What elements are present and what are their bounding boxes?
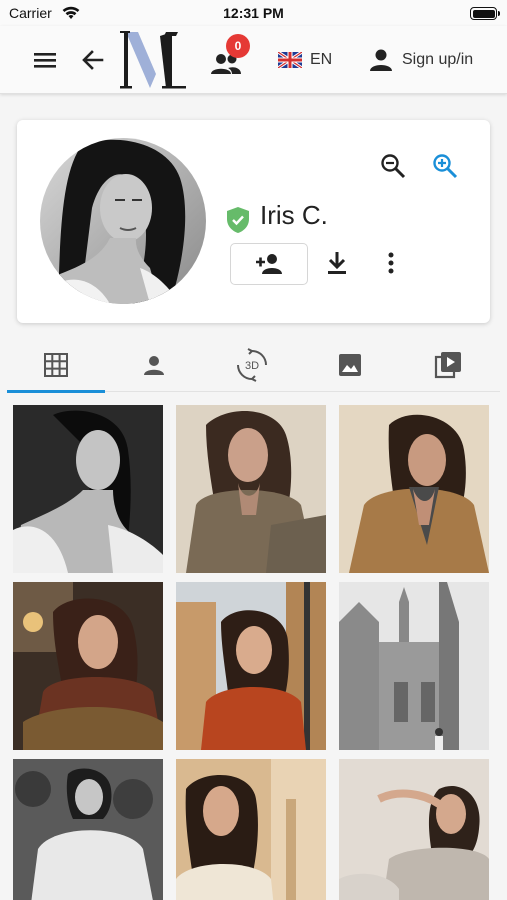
person-icon: [370, 49, 392, 71]
notification-badge: 0: [226, 34, 250, 58]
zoom-out-icon[interactable]: [379, 152, 407, 180]
tab-3d[interactable]: 3D: [203, 338, 301, 392]
follow-button[interactable]: [230, 243, 308, 285]
sign-in-label: Sign up/in: [402, 51, 474, 68]
tab-videos[interactable]: [399, 338, 497, 392]
image-icon: [339, 354, 361, 376]
gallery-photo[interactable]: [176, 582, 326, 750]
gallery-photo[interactable]: [13, 405, 163, 573]
gallery-photo[interactable]: [339, 405, 489, 573]
profile-avatar[interactable]: [40, 138, 206, 304]
app-bar: M 0 EN Sign up/in: [0, 26, 507, 94]
download-icon[interactable]: [323, 248, 351, 278]
profile-card: Iris C.: [17, 120, 490, 323]
gallery-photo[interactable]: [339, 759, 489, 900]
battery-icon: [470, 7, 500, 20]
clock: 12:31 PM: [223, 5, 284, 21]
tab-grid[interactable]: [7, 338, 105, 393]
person-icon: [144, 356, 164, 375]
svg-text:3D: 3D: [245, 360, 259, 372]
gallery-photo[interactable]: [339, 582, 489, 750]
gallery-photo[interactable]: [176, 405, 326, 573]
grid-icon: [44, 353, 68, 377]
brand-logo[interactable]: M: [120, 28, 188, 92]
more-vert-icon[interactable]: [377, 248, 405, 278]
verified-shield-icon: [227, 207, 249, 233]
video-library-icon: [434, 352, 461, 379]
gallery-photo[interactable]: [13, 759, 163, 900]
tab-profile[interactable]: [105, 338, 203, 392]
sign-in-button[interactable]: Sign up/in: [368, 46, 473, 74]
add-person-icon: [256, 254, 282, 274]
tab-images[interactable]: [301, 338, 399, 392]
3d-rotate-icon: 3D: [237, 348, 267, 382]
gallery-photo[interactable]: [13, 582, 163, 750]
menu-icon[interactable]: [30, 48, 60, 72]
language-code: EN: [310, 51, 333, 68]
zoom-in-icon[interactable]: [431, 152, 459, 180]
gallery-photo[interactable]: [176, 759, 326, 900]
status-bar: Carrier 12:31 PM: [0, 0, 507, 26]
profile-tabs: 3D: [7, 338, 500, 393]
back-arrow-icon[interactable]: [78, 46, 108, 74]
language-selector[interactable]: EN: [278, 49, 332, 71]
uk-flag-icon: [278, 52, 302, 68]
profile-name: Iris C.: [260, 200, 328, 230]
